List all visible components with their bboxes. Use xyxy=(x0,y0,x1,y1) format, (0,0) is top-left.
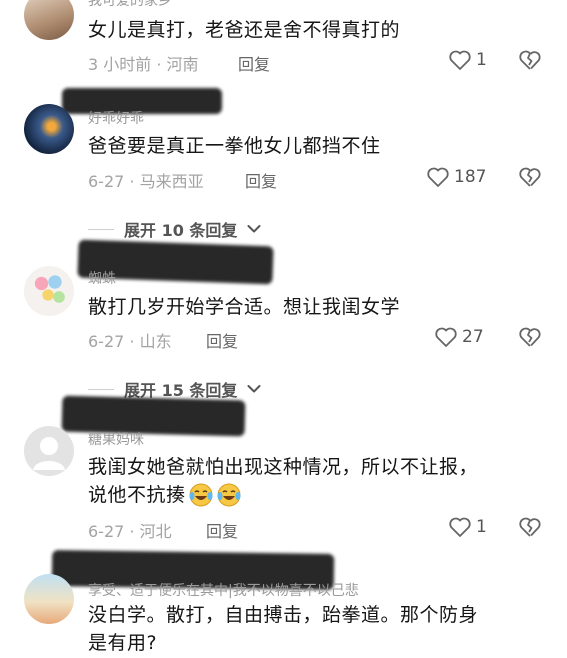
divider-line xyxy=(88,228,114,230)
reply-button[interactable]: 回复 xyxy=(206,518,238,542)
reply-button[interactable]: 回复 xyxy=(245,168,277,192)
comment-username[interactable]: 我可爱的家乡 xyxy=(88,0,172,10)
like-count: 27 xyxy=(462,327,484,347)
like-count: 1 xyxy=(476,50,487,70)
comment-text-line-2: 说他不抗揍 xyxy=(88,480,242,510)
heart-outline-icon xyxy=(426,166,450,188)
comment-text: 我闺女她爸就怕出现这种情况，所以不让报， xyxy=(88,456,479,478)
comment-meta: 6-27 · 河北 xyxy=(88,522,172,541)
comment-text-continuation: 说他不抗揍 xyxy=(88,484,186,506)
like-count: 1 xyxy=(476,517,487,537)
like-button[interactable]: 27 xyxy=(434,326,484,348)
expand-replies-button[interactable]: 展开 10 条回复 xyxy=(88,217,261,241)
expand-replies-label: 展开 10 条回复 xyxy=(124,221,238,240)
avatar[interactable] xyxy=(24,426,74,476)
comment-meta: 6-27 · 山东 xyxy=(88,332,172,351)
like-button[interactable]: 187 xyxy=(426,166,486,188)
comment-username[interactable]: 好乖好乖 xyxy=(88,108,144,128)
comment-text: 散打几岁开始学合适。想让我闺女学 xyxy=(88,296,401,318)
heart-outline-icon xyxy=(448,516,472,538)
comment-meta: 6-27 · 马来西亚 xyxy=(88,172,204,191)
reply-button[interactable]: 回复 xyxy=(238,51,270,75)
avatar[interactable] xyxy=(24,104,74,154)
comment-meta: 3 小时前 · 河南 xyxy=(88,55,199,74)
comment-text: 没白学。散打，自由搏击，跆拳道。那个防身 xyxy=(88,604,479,626)
comment-username[interactable]: 享受、适于便乐在其中|我不以物喜不以己悲 xyxy=(88,580,359,600)
chevron-down-icon xyxy=(247,224,261,234)
avatar[interactable] xyxy=(24,266,74,316)
dislike-button[interactable] xyxy=(518,166,542,188)
comment-username[interactable]: 蜘蛛 xyxy=(88,268,116,288)
avatar[interactable] xyxy=(24,574,74,624)
dislike-button[interactable] xyxy=(518,516,542,538)
heart-outline-icon xyxy=(448,49,472,71)
like-button[interactable]: 1 xyxy=(448,49,487,71)
laughing-crying-emoji xyxy=(216,482,242,508)
comment-text-line-2: 是有用? xyxy=(88,632,158,654)
like-count: 187 xyxy=(454,167,487,187)
laughing-crying-emoji xyxy=(188,482,214,508)
broken-heart-icon xyxy=(518,49,542,71)
broken-heart-icon xyxy=(518,326,542,348)
dislike-button[interactable] xyxy=(518,49,542,71)
chevron-down-icon xyxy=(247,384,261,394)
reply-button[interactable]: 回复 xyxy=(206,328,238,352)
broken-heart-icon xyxy=(518,516,542,538)
divider-line xyxy=(88,388,114,390)
default-user-icon xyxy=(33,437,65,470)
broken-heart-icon xyxy=(518,166,542,188)
avatar[interactable] xyxy=(24,0,74,40)
comment-text: 女儿是真打，老爸还是舍不得真打的 xyxy=(88,19,401,41)
like-button[interactable]: 1 xyxy=(448,516,487,538)
dislike-button[interactable] xyxy=(518,326,542,348)
comment-text: 爸爸要是真正一拳他女儿都挡不住 xyxy=(88,135,381,157)
comment-username[interactable]: 糖果妈咪 xyxy=(88,429,144,449)
heart-outline-icon xyxy=(434,326,458,348)
